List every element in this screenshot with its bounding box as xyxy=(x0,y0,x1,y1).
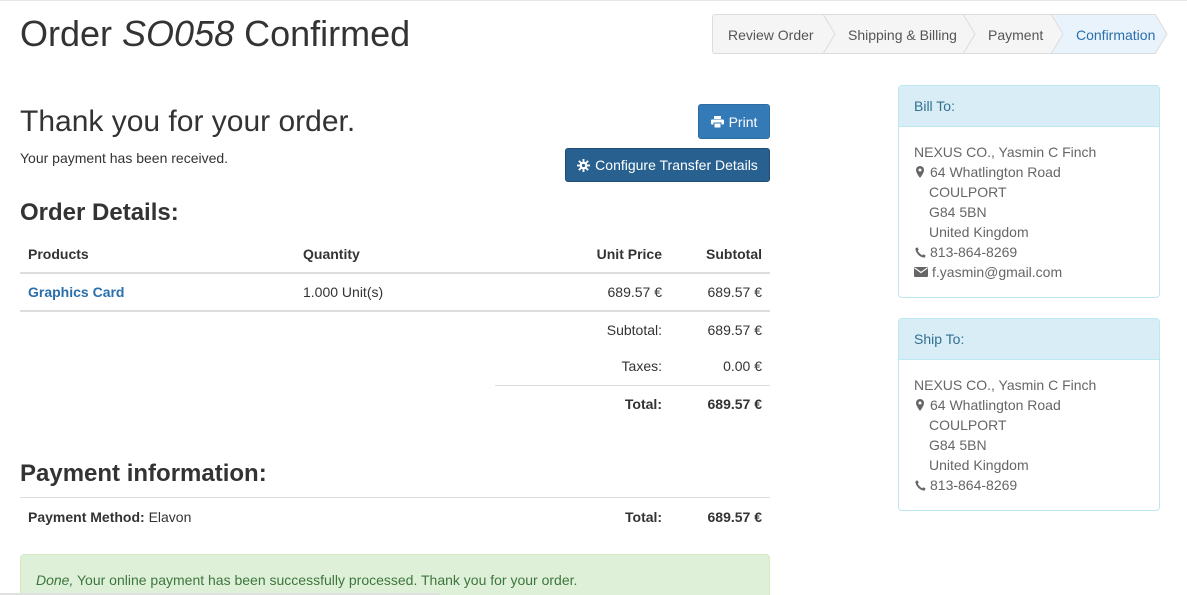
ship-to-zip: G84 5BN xyxy=(929,437,987,453)
total-row: Total: 689.57 € xyxy=(20,384,770,422)
wizard-step-shipping-billing[interactable]: Shipping & Billing xyxy=(824,14,976,54)
payment-received-message: Your payment has been received. xyxy=(20,150,229,166)
quantity-cell: 1.000 Unit(s) xyxy=(295,273,495,312)
product-link[interactable]: Graphics Card xyxy=(28,284,124,300)
table-header-row: Products Quantity Unit Price Subtotal xyxy=(20,235,770,274)
taxes-row: Taxes: 0.00 € xyxy=(20,348,770,385)
title-prefix: Order xyxy=(20,13,123,54)
chevron-right-icon xyxy=(1051,14,1064,54)
top-border xyxy=(0,0,1187,1)
total-label: Total: xyxy=(495,384,670,422)
print-button[interactable]: Print xyxy=(698,104,770,139)
payment-method-label: Payment Method: xyxy=(28,509,145,525)
payment-total-label: Total: xyxy=(625,509,663,525)
taxes-label: Taxes: xyxy=(621,358,662,375)
ship-to-phone: 813-864-8269 xyxy=(930,477,1018,493)
chevron-right-icon xyxy=(963,14,976,54)
bill-to-phone-line: 813-864-8269 xyxy=(914,242,1144,262)
col-unit-price: Unit Price xyxy=(495,235,670,274)
bill-to-email-line: f.yasmin@gmail.com xyxy=(914,262,1144,282)
print-icon xyxy=(710,115,724,128)
order-details-heading: Order Details: xyxy=(20,199,179,226)
alert-message: Your online payment has been successfull… xyxy=(73,572,578,588)
bill-to-street: 64 Whatlington Road xyxy=(930,164,1061,180)
ship-to-city: COULPORT xyxy=(929,417,1007,433)
ship-to-panel: Ship To: NEXUS CO., Yasmin C Finch 64 Wh… xyxy=(898,318,1160,511)
payment-method-row: Payment Method: Elavon Total: 689.57 € xyxy=(20,497,770,535)
map-marker-icon xyxy=(914,399,926,411)
checkout-wizard: Review Order Shipping & Billing Payment … xyxy=(712,14,1168,54)
col-subtotal: Subtotal xyxy=(670,235,770,274)
ship-to-phone-line: 813-864-8269 xyxy=(914,475,1144,495)
bill-to-title: Bill To: xyxy=(899,86,1159,127)
wizard-step-review-order[interactable]: Review Order xyxy=(712,14,836,54)
subtotal-label: Subtotal: xyxy=(606,322,662,338)
order-details-table: Products Quantity Unit Price Subtotal Gr… xyxy=(20,235,770,422)
phone-icon xyxy=(914,479,926,491)
payment-information-heading: Payment information: xyxy=(20,460,267,487)
product-cell: Graphics Card xyxy=(20,273,295,312)
bill-to-email: f.yasmin@gmail.com xyxy=(932,264,1063,280)
total-value: 689.57 € xyxy=(670,384,770,422)
ship-to-street: 64 Whatlington Road xyxy=(930,397,1061,413)
payment-success-alert: Done, Your online payment has been succe… xyxy=(20,554,770,595)
bill-to-name: NEXUS CO., Yasmin C Finch xyxy=(914,144,1097,160)
ship-to-country: United Kingdom xyxy=(929,457,1029,473)
wizard-step-label: Shipping & Billing xyxy=(848,27,957,43)
bill-to-country: United Kingdom xyxy=(929,224,1029,240)
bill-to-city: COULPORT xyxy=(929,184,1007,200)
wizard-step-label: Payment xyxy=(988,27,1044,43)
ship-to-street-line: 64 Whatlington Road xyxy=(914,395,1144,415)
payment-method: Payment Method: Elavon xyxy=(28,509,191,525)
unit-price-cell: 689.57 € xyxy=(495,273,670,312)
map-marker-icon xyxy=(914,166,926,178)
table-row: Graphics Card 1.000 Unit(s) 689.57 € 689… xyxy=(20,273,770,312)
ship-to-title: Ship To: xyxy=(899,319,1159,360)
envelope-icon xyxy=(914,267,928,277)
bill-to-panel: Bill To: NEXUS CO., Yasmin C Finch 64 Wh… xyxy=(898,85,1160,298)
configure-transfer-details-button[interactable]: Configure Transfer Details xyxy=(565,148,770,182)
print-button-label: Print xyxy=(728,113,758,130)
phone-icon xyxy=(914,246,926,258)
bill-to-zip: G84 5BN xyxy=(929,204,987,220)
col-products: Products xyxy=(20,235,295,274)
chevron-right-icon xyxy=(1155,14,1168,54)
taxes-value: 0.00 € xyxy=(723,358,762,375)
wizard-step-label: Confirmation xyxy=(1076,27,1156,43)
col-quantity: Quantity xyxy=(295,235,495,274)
payment-method-value: Elavon xyxy=(144,509,192,525)
ship-to-name: NEXUS CO., Yasmin C Finch xyxy=(914,377,1097,393)
subtotal-row: Subtotal: 689.57 € xyxy=(20,311,770,348)
bill-to-street-line: 64 Whatlington Road xyxy=(914,162,1144,182)
bill-to-address: NEXUS CO., Yasmin C Finch 64 Whatlington… xyxy=(899,127,1159,282)
bill-to-phone: 813-864-8269 xyxy=(930,244,1018,260)
payment-total-value: 689.57 € xyxy=(707,509,763,525)
gear-icon xyxy=(577,158,591,172)
chevron-right-icon xyxy=(823,14,836,54)
alert-done: Done, xyxy=(36,572,74,588)
page-title: Order SO058 Confirmed xyxy=(20,12,410,56)
order-number: SO058 xyxy=(122,13,235,54)
subtotal-cell: 689.57 € xyxy=(670,273,770,312)
wizard-step-label: Review Order xyxy=(728,27,814,43)
configure-button-label: Configure Transfer Details xyxy=(595,157,758,173)
title-suffix: Confirmed xyxy=(234,13,411,54)
subtotal-value: 689.57 € xyxy=(707,322,763,338)
wizard-step-confirmation[interactable]: Confirmation xyxy=(1052,14,1168,54)
wizard-step-payment[interactable]: Payment xyxy=(964,14,1064,54)
thank-you-heading: Thank you for your order. xyxy=(20,105,356,138)
ship-to-address: NEXUS CO., Yasmin C Finch 64 Whatlington… xyxy=(899,360,1159,495)
